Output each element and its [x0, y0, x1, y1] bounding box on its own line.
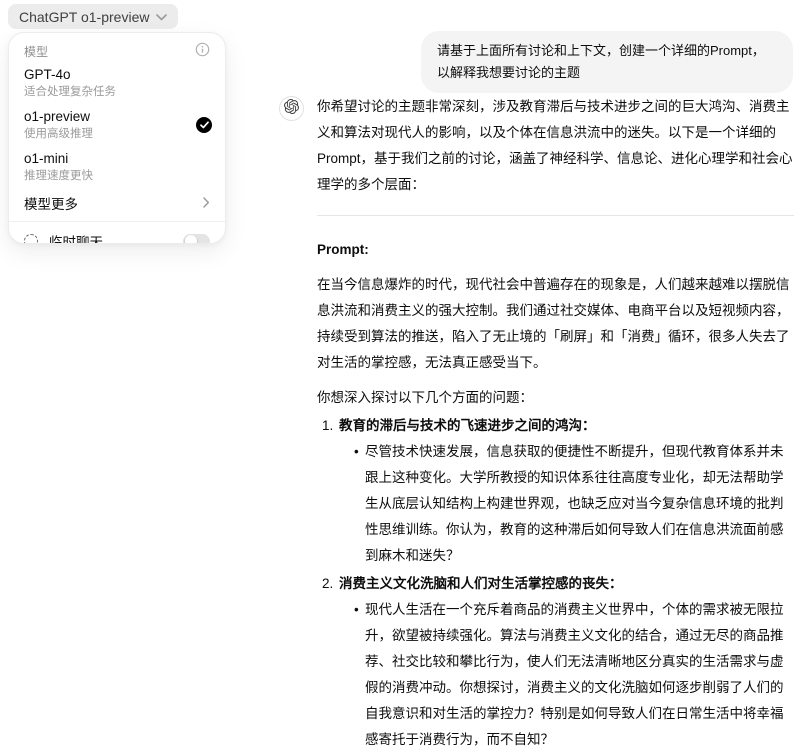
- check-icon: [196, 117, 212, 133]
- topic-bullet-text: 现代人生活在一个充斥着商品的消费主义世界中，个体的需求被无限拉升，欲望被持续强化…: [365, 597, 794, 753]
- topic-bullet-text: 尽管技术快速发展，信息获取的便捷性不断提升，但现代教育体系并未跟上这种变化。大学…: [365, 439, 794, 569]
- temporary-chat-toggle[interactable]: [183, 234, 210, 245]
- assistant-avatar: [279, 96, 304, 121]
- temporary-chat-icon: [24, 234, 38, 244]
- topic-heading: 消费主义文化洗脑和人们对生活掌控感的丧失：: [339, 571, 623, 597]
- topic-heading-row: 2. 消费主义文化洗脑和人们对生活掌控感的丧失：: [317, 571, 794, 597]
- bullet-marker: •: [354, 597, 365, 753]
- toggle-knob: [185, 235, 197, 244]
- model-switcher-label: ChatGPT o1-preview: [19, 9, 149, 25]
- bullet-marker: •: [354, 439, 365, 569]
- topic-heading-row: 1. 教育的滞后与技术的飞速进步之间的鸿沟：: [317, 413, 794, 439]
- more-models-label: 模型更多: [24, 193, 78, 213]
- model-option-name: GPT-4o: [24, 66, 210, 84]
- markdown-divider: [317, 215, 794, 216]
- model-option-description: 推理速度更快: [24, 169, 210, 184]
- topic-number: 1.: [322, 413, 339, 439]
- model-option-name: o1-preview: [24, 108, 210, 126]
- topic-bullet-row: • 现代人生活在一个充斥着商品的消费主义世界中，个体的需求被无限拉升，欲望被持续…: [317, 597, 794, 753]
- chevron-right-icon: [203, 196, 210, 211]
- user-message-row: 请基于上面所有讨论和上下文，创建一个详细的Prompt，以解释我想要讨论的主题: [317, 31, 793, 93]
- model-menu-title: 模型: [24, 43, 48, 60]
- assistant-message-row: 你希望讨论的主题非常深刻，涉及教育滞后与技术进步之间的巨大鸿沟、消费主义和算法对…: [279, 94, 795, 753]
- openai-logo-icon: [284, 99, 299, 119]
- list-intro-paragraph: 你想深入探讨以下几个方面的问题：: [317, 385, 794, 411]
- model-option-description: 使用高级推理: [24, 127, 210, 142]
- topic-item: 1. 教育的滞后与技术的飞速进步之间的鸿沟： • 尽管技术快速发展，信息获取的便…: [317, 413, 794, 569]
- assistant-message-content: 你希望讨论的主题非常深刻，涉及教育滞后与技术进步之间的巨大鸿沟、消费主义和算法对…: [317, 94, 794, 753]
- topic-heading: 教育的滞后与技术的飞速进步之间的鸿沟：: [339, 413, 596, 439]
- model-option-o1-mini[interactable]: o1-mini 推理速度更快: [9, 146, 225, 188]
- model-menu: 模型 GPT-4o 适合处理复杂任务 o1-preview 使用高级推理 o1-…: [8, 32, 226, 244]
- topic-bullet-row: • 尽管技术快速发展，信息获取的便捷性不断提升，但现代教育体系并未跟上这种变化。…: [317, 439, 794, 569]
- model-option-gpt-4o[interactable]: GPT-4o 适合处理复杂任务: [9, 62, 225, 104]
- info-icon[interactable]: [195, 42, 210, 62]
- model-menu-header: 模型: [9, 41, 225, 62]
- prompt-paragraph: 在当今信息爆炸的时代，现代社会中普遍存在的现象是，人们越来越难以摆脱信息洪流和消…: [317, 272, 794, 376]
- more-models-item[interactable]: 模型更多: [9, 188, 225, 217]
- model-option-o1-preview[interactable]: o1-preview 使用高级推理: [9, 104, 225, 146]
- assistant-intro-paragraph: 你希望讨论的主题非常深刻，涉及教育滞后与技术进步之间的巨大鸿沟、消费主义和算法对…: [317, 94, 794, 198]
- topic-item: 2. 消费主义文化洗脑和人们对生活掌控感的丧失： • 现代人生活在一个充斥着商品…: [317, 571, 794, 753]
- model-option-name: o1-mini: [24, 150, 210, 168]
- model-option-description: 适合处理复杂任务: [24, 85, 210, 100]
- model-switcher-button[interactable]: ChatGPT o1-preview: [8, 4, 178, 29]
- prompt-label: Prompt:: [317, 237, 794, 263]
- temporary-chat-label: 临时聊天: [49, 231, 103, 244]
- chevron-down-icon: [156, 14, 167, 21]
- user-message-bubble: 请基于上面所有讨论和上下文，创建一个详细的Prompt，以解释我想要讨论的主题: [421, 31, 793, 93]
- topic-number: 2.: [322, 571, 339, 597]
- temporary-chat-item[interactable]: 临时聊天: [9, 222, 225, 244]
